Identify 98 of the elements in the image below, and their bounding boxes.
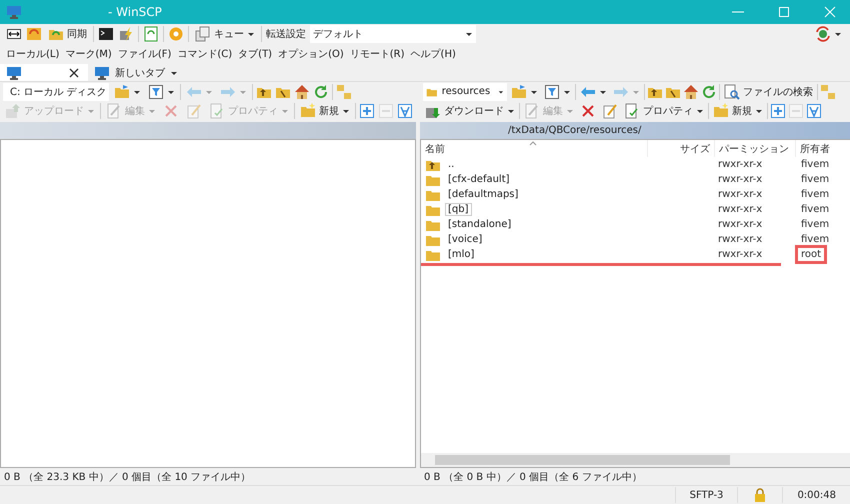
folder-arrow-icon <box>114 84 130 100</box>
rename-icon <box>602 102 618 118</box>
elapsed-time: 0:00:48 <box>782 487 850 503</box>
menu-item[interactable]: リモート(R) <box>350 47 405 61</box>
panel-status: 0 B （全 0 B 中）／ 0 個目（全 6 ファイル中） <box>424 470 642 484</box>
file-name[interactable]: [qb] <box>445 203 472 216</box>
newfolder-icon <box>300 102 316 118</box>
menu-item[interactable]: タブ(T) <box>238 47 272 61</box>
home-icon[interactable] <box>683 84 699 100</box>
new-button[interactable]: 新規 <box>298 102 352 118</box>
folder-arrow-icon <box>511 84 527 100</box>
terminal-icon[interactable] <box>98 26 114 42</box>
menu-item[interactable]: ファイル(F) <box>118 47 172 61</box>
menu-item[interactable]: オプション(O) <box>278 47 344 61</box>
session-tab[interactable] <box>0 64 88 81</box>
caret-icon <box>834 30 842 38</box>
synchronize-button[interactable]: 同期 <box>46 26 89 42</box>
horizontal-scrollbar[interactable] <box>421 453 850 467</box>
properties-icon <box>209 102 225 118</box>
menu-item[interactable]: ヘルプ(H) <box>410 47 456 61</box>
select-icon[interactable] <box>359 102 375 118</box>
settings-icon[interactable] <box>168 26 184 42</box>
permissions-cell-text: rwxr-xr-x <box>717 189 764 200</box>
window-title: - WinSCP <box>108 5 162 19</box>
newfolder-icon <box>713 102 729 118</box>
panel-status: 0 B （全 23.3 KB 中）／ 0 個目（全 10 ファイル中） <box>4 470 251 484</box>
file-name[interactable]: [voice] <box>445 233 486 246</box>
new-button[interactable]: 新規 <box>711 102 765 118</box>
documents-icon <box>195 26 211 42</box>
edit-icon <box>524 102 540 118</box>
filter-icon <box>544 84 560 100</box>
properties-icon <box>624 102 640 118</box>
menu-item[interactable]: コマンド(C) <box>177 47 232 61</box>
permissions-cell-text: rwxr-xr-x <box>717 174 764 185</box>
protocol-label: SFTP-3 <box>674 487 738 503</box>
owner-cell: root <box>798 248 824 261</box>
refresh-icon[interactable] <box>701 84 717 100</box>
column-header[interactable]: 所有者 <box>795 140 850 157</box>
sync-globe-button[interactable] <box>813 26 844 42</box>
session-tab[interactable]: 新しいタブ <box>88 64 184 81</box>
transfer-preset-dropdown[interactable]: デフォルト <box>310 25 476 43</box>
owner-cell-text: fivem <box>800 203 830 216</box>
globe-icon <box>815 26 831 42</box>
permissions-cell-text: rwxr-xr-x <box>717 249 764 260</box>
owner-cell-text: fivem <box>800 173 830 186</box>
column-header[interactable]: パーミッション <box>714 140 795 157</box>
monitor-icon <box>94 64 110 80</box>
document-refresh-icon[interactable] <box>143 26 159 42</box>
open-folder-button[interactable] <box>112 84 143 100</box>
select-all-icon[interactable] <box>397 102 413 118</box>
refresh-icon[interactable] <box>313 84 329 100</box>
menu-item[interactable]: マーク(M) <box>65 47 112 61</box>
column-header[interactable]: サイズ <box>647 140 714 157</box>
column-header[interactable]: 名前 <box>421 140 647 157</box>
properties-button[interactable]: プロパティ <box>622 102 706 118</box>
file-name[interactable]: .. <box>445 158 458 171</box>
filter-button[interactable] <box>542 84 573 100</box>
delete-icon <box>163 102 179 118</box>
permissions-cell-text: rwxr-xr-x <box>717 234 764 245</box>
file-name[interactable]: [standalone] <box>445 218 514 231</box>
window-icon[interactable] <box>6 26 22 42</box>
select-all-icon[interactable] <box>806 102 822 118</box>
home-icon[interactable] <box>294 84 310 100</box>
owner-cell-text: fivem <box>800 218 830 231</box>
menu-item[interactable]: ローカル(L) <box>6 47 60 61</box>
find-files-button[interactable]: ファイルの検索 <box>722 84 815 100</box>
download-button[interactable]: ダウンロード <box>423 102 517 118</box>
sync-icon[interactable] <box>26 26 42 42</box>
sort-icon <box>529 140 537 148</box>
delete-icon <box>580 102 596 118</box>
owner-cell-text: fivem <box>800 158 830 171</box>
transfer-settings-label: 転送設定 <box>266 28 306 41</box>
select-icon[interactable] <box>770 102 786 118</box>
filter-icon <box>148 84 164 100</box>
close-icon[interactable] <box>822 4 838 20</box>
permissions-cell-text: rwxr-xr-x <box>717 219 764 230</box>
owner-cell-text: fivem <box>800 233 830 246</box>
open-folder-button[interactable] <box>509 84 540 100</box>
find-icon <box>724 84 740 100</box>
file-name[interactable]: [cfx-default] <box>445 173 513 186</box>
app-icon <box>6 4 22 20</box>
rename-icon <box>186 102 202 118</box>
caret-icon <box>465 30 473 38</box>
monitor-icon <box>6 64 22 80</box>
owner-cell-text: fivem <box>800 188 830 201</box>
file-name[interactable]: [defaultmaps] <box>445 188 522 201</box>
folder-dropdown[interactable]: resources <box>423 82 507 100</box>
edit-icon <box>106 102 122 118</box>
file-name[interactable]: [mlo] <box>445 248 478 261</box>
drive-dropdown[interactable]: C: ローカル ディスク <box>3 82 109 100</box>
path-label: /txData/QBCore/resources/ <box>508 125 642 136</box>
queue-button[interactable]: キュー <box>193 26 257 42</box>
maximize-icon[interactable] <box>776 4 792 20</box>
permissions-cell-text: rwxr-xr-x <box>717 159 764 170</box>
upload-icon <box>5 102 21 118</box>
filter-button[interactable] <box>146 84 177 100</box>
permissions-cell-text: rwxr-xr-x <box>717 204 764 215</box>
caret-icon <box>247 30 255 38</box>
